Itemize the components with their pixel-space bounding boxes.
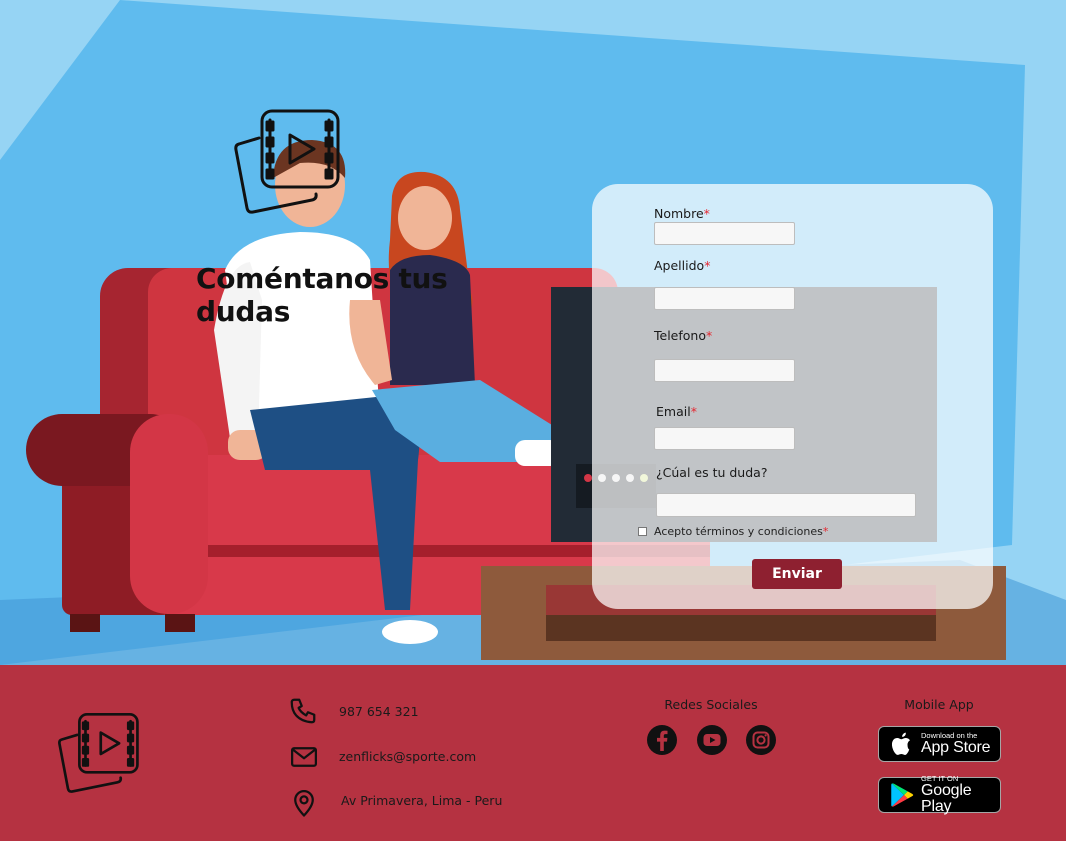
first-name-field[interactable] (654, 222, 795, 245)
terms-row: Acepto términos y condiciones* (638, 525, 828, 538)
contact-form-card (592, 184, 993, 609)
phone-icon (288, 696, 318, 726)
terms-checkbox[interactable] (638, 527, 647, 536)
apple-icon (891, 732, 910, 755)
instagram-icon[interactable] (745, 724, 777, 756)
phone-number[interactable]: 987 654 321 (339, 704, 419, 719)
first-name-label: Nombre* (654, 206, 710, 221)
google-play-badge[interactable]: GET IT ON Google Play (878, 773, 1001, 816)
submit-button[interactable]: Enviar (752, 559, 842, 589)
youtube-icon[interactable] (696, 724, 728, 756)
last-name-label: Apellido* (654, 258, 711, 273)
film-play-icon[interactable] (58, 712, 142, 796)
app-store-badge[interactable]: Download on the App Store (878, 726, 1001, 762)
location-pin-icon (289, 788, 319, 818)
google-play-label: Google Play (921, 782, 972, 816)
terms-label: Acepto términos y condiciones* (654, 525, 829, 538)
email-label: Email* (656, 404, 697, 419)
brand-logo-icon (234, 108, 344, 218)
question-field[interactable] (656, 493, 916, 517)
address: Av Primavera, Lima - Peru (341, 793, 503, 808)
email-field[interactable] (654, 427, 795, 450)
google-play-icon (891, 783, 914, 807)
page-heading: Coméntanos tus dudas (196, 262, 448, 328)
phone-label: Telefono* (654, 328, 713, 343)
google-play-caption: GET IT ON (921, 773, 959, 783)
app-store-label: App Store (921, 739, 991, 757)
facebook-icon[interactable] (646, 724, 678, 756)
mail-icon (289, 742, 319, 772)
question-label: ¿Cúal es tu duda? (656, 465, 768, 480)
phone-field[interactable] (654, 359, 795, 382)
last-name-field[interactable] (654, 287, 795, 310)
social-title: Redes Sociales (664, 697, 758, 712)
mobile-app-title: Mobile App (904, 697, 974, 712)
email-address[interactable]: zenflicks@sporte.com (339, 749, 476, 764)
app-store-caption: Download on the (921, 730, 978, 740)
